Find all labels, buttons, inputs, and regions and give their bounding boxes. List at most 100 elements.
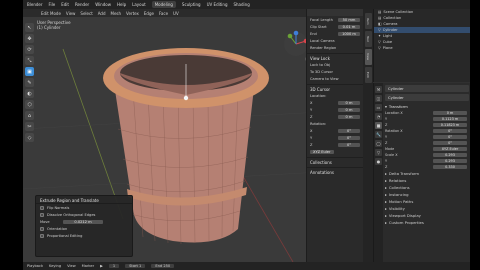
menu-uv[interactable]: UV [173, 11, 179, 16]
tab-sculpting[interactable]: Sculpting [182, 2, 201, 7]
delta-transform-section[interactable]: ▸ Delta Transform [385, 170, 469, 177]
cursor-location-x: X 0 m [307, 99, 363, 106]
top-bar: Blender File Edit Render Window Help Lay… [23, 0, 470, 9]
move-value-field[interactable]: 0.0212 m [63, 219, 103, 224]
3d-cursor-section[interactable]: 3D Cursor [307, 84, 363, 92]
menu-view[interactable]: View [66, 11, 76, 16]
extrude-tool-icon[interactable]: ▣ [25, 67, 34, 76]
tab-item[interactable]: Item [364, 13, 372, 29]
clip-start-field[interactable]: 0.01 m [338, 24, 360, 29]
collections-prop-section[interactable]: ▸ Collections [385, 184, 469, 191]
visibility-section[interactable]: ▸ Visibility [385, 205, 469, 212]
pivot-point[interactable] [183, 95, 189, 101]
menu-file[interactable]: File [49, 2, 56, 7]
gizmo-z-icon[interactable] [293, 30, 299, 36]
instancing-section[interactable]: ▸ Instancing [385, 191, 469, 198]
current-frame-field[interactable]: 1 [108, 264, 120, 268]
scene-props-icon[interactable]: ◔ [375, 113, 382, 120]
material-props-icon[interactable]: ● [375, 158, 382, 165]
viewport-display-section[interactable]: ▸ Viewport Display [385, 212, 469, 219]
option-orientation[interactable]: Orientation [36, 225, 132, 232]
lock-to-object-row[interactable]: Lock to Obj [307, 61, 363, 68]
loop-cut-tool-icon[interactable]: ⌂ [25, 111, 34, 120]
proportional-checkbox[interactable] [40, 233, 44, 238]
gizmo-y-icon[interactable] [287, 33, 293, 39]
knife-tool-icon[interactable]: ✂ [25, 122, 34, 131]
menu-edge[interactable]: Edge [144, 11, 154, 16]
rotation-mode-dropdown[interactable]: XYZ Euler [433, 147, 467, 151]
collection-icon: ▤ [378, 10, 382, 14]
object-data-name[interactable]: Cylinder [385, 94, 469, 101]
flip-normals-checkbox[interactable] [40, 205, 44, 210]
poly-build-tool-icon[interactable]: ◇ [25, 133, 34, 142]
clip-end-field[interactable]: 1000 m [338, 31, 360, 36]
inset-tool-icon[interactable]: ◐ [25, 89, 34, 98]
collections-section[interactable]: Collections [307, 157, 363, 165]
motion-paths-section[interactable]: ▸ Motion Paths [385, 198, 469, 205]
annotations-section[interactable]: Annotations [307, 167, 363, 175]
menu-vertex[interactable]: Vertex [126, 11, 139, 16]
outliner: ▤ Scene Collection ▤ Collection ◧ Camera ▽ C… [373, 9, 470, 82]
transform-section[interactable]: ▾ Transform [385, 103, 469, 110]
tool-props-icon[interactable]: ⚒ [375, 86, 382, 93]
rotate-tool-icon[interactable]: ⟳ [25, 45, 34, 54]
data-props-icon[interactable]: ▽ [375, 149, 382, 156]
annotate-tool-icon[interactable]: ✎ [25, 78, 34, 87]
relations-section[interactable]: ▸ Relations [385, 177, 469, 184]
tab-modeling[interactable]: Modeling [151, 1, 176, 8]
object-props-icon[interactable]: ■ [375, 122, 382, 129]
menu-help[interactable]: Help [117, 2, 126, 7]
modifier-props-icon[interactable]: 🔧 [375, 131, 382, 138]
focal-length-row: Focal Length 50 mm [307, 16, 363, 23]
focal-length-field[interactable]: 50 mm [338, 17, 360, 22]
menu-marker[interactable]: Marker [82, 264, 94, 268]
menu-blender[interactable]: Blender [27, 2, 43, 7]
tool-shelf: ↖ ✥ ⟳ ⤡ ▣ ✎ ◐ ⬡ ⌂ ✂ ◇ [25, 23, 34, 142]
menu-render[interactable]: Render [75, 2, 89, 7]
move-tool-icon[interactable]: ✥ [25, 34, 34, 43]
physics-props-icon[interactable]: ◯ [375, 140, 382, 147]
bevel-tool-icon[interactable]: ⬡ [25, 100, 34, 109]
tab-view[interactable]: View [364, 49, 372, 65]
play-icon[interactable]: ▶ [100, 264, 103, 268]
menu-face[interactable]: Face [159, 11, 168, 16]
properties-editor: ⚒ ◫ ▭ ◔ ■ 🔧 ◯ ▽ ● Cylinder Cylinder ▾ Tra… [373, 83, 470, 262]
menu-timeline-view[interactable]: View [67, 264, 76, 268]
menu-playback[interactable]: Playback [27, 264, 43, 268]
view-lock-section[interactable]: View Lock [307, 53, 363, 61]
light-icon: ✦ [378, 34, 382, 38]
object-name-field[interactable]: Cylinder [385, 85, 469, 92]
mesh-icon: ▽ [378, 28, 381, 32]
render-region-row[interactable]: Render Region [307, 44, 363, 51]
tab-shading[interactable]: Shading [233, 2, 249, 7]
outliner-item-plane[interactable]: ▽ Plane [374, 45, 470, 51]
output-props-icon[interactable]: ▭ [375, 104, 382, 111]
menu-mesh[interactable]: Mesh [111, 11, 122, 16]
cursor-mode-dropdown[interactable]: XYZ Euler [310, 149, 334, 154]
start-frame-field[interactable]: Start 1 [125, 264, 146, 268]
menu-edit[interactable]: Edit [61, 2, 69, 7]
mode-selector[interactable]: Edit Mode [41, 11, 61, 16]
tab-edit[interactable]: Edit [364, 67, 372, 83]
tab-uv-editing[interactable]: UV Editing [207, 2, 228, 7]
menu-keying[interactable]: Keying [49, 264, 61, 268]
render-props-icon[interactable]: ◫ [375, 95, 382, 102]
menu-add[interactable]: Add [98, 11, 106, 16]
lock-3d-cursor-row[interactable]: To 3D Cursor [307, 68, 363, 75]
option-proportional[interactable]: Proportional Editing [36, 232, 132, 239]
tab-layout[interactable]: Layout [132, 2, 146, 7]
custom-properties-section[interactable]: ▸ Custom Properties [385, 219, 469, 226]
operator-title[interactable]: Extrude Region and Translate [36, 196, 132, 204]
camera-to-view-row[interactable]: Camera to View [307, 75, 363, 82]
menu-window[interactable]: Window [95, 2, 111, 7]
menu-select[interactable]: Select [80, 11, 92, 16]
option-dissolve-edges[interactable]: Dissolve Orthogonal Edges [36, 211, 132, 218]
scale-tool-icon[interactable]: ⤡ [25, 56, 34, 65]
option-flip-normals[interactable]: Flip Normals [36, 204, 132, 211]
end-frame-field[interactable]: End 250 [151, 264, 175, 268]
orientation-checkbox[interactable] [40, 226, 44, 231]
dissolve-edges-checkbox[interactable] [40, 212, 44, 217]
select-tool-icon[interactable]: ↖ [25, 23, 34, 32]
local-camera-row[interactable]: Local Camera [307, 37, 363, 44]
tab-tool[interactable]: Tool [364, 31, 372, 47]
